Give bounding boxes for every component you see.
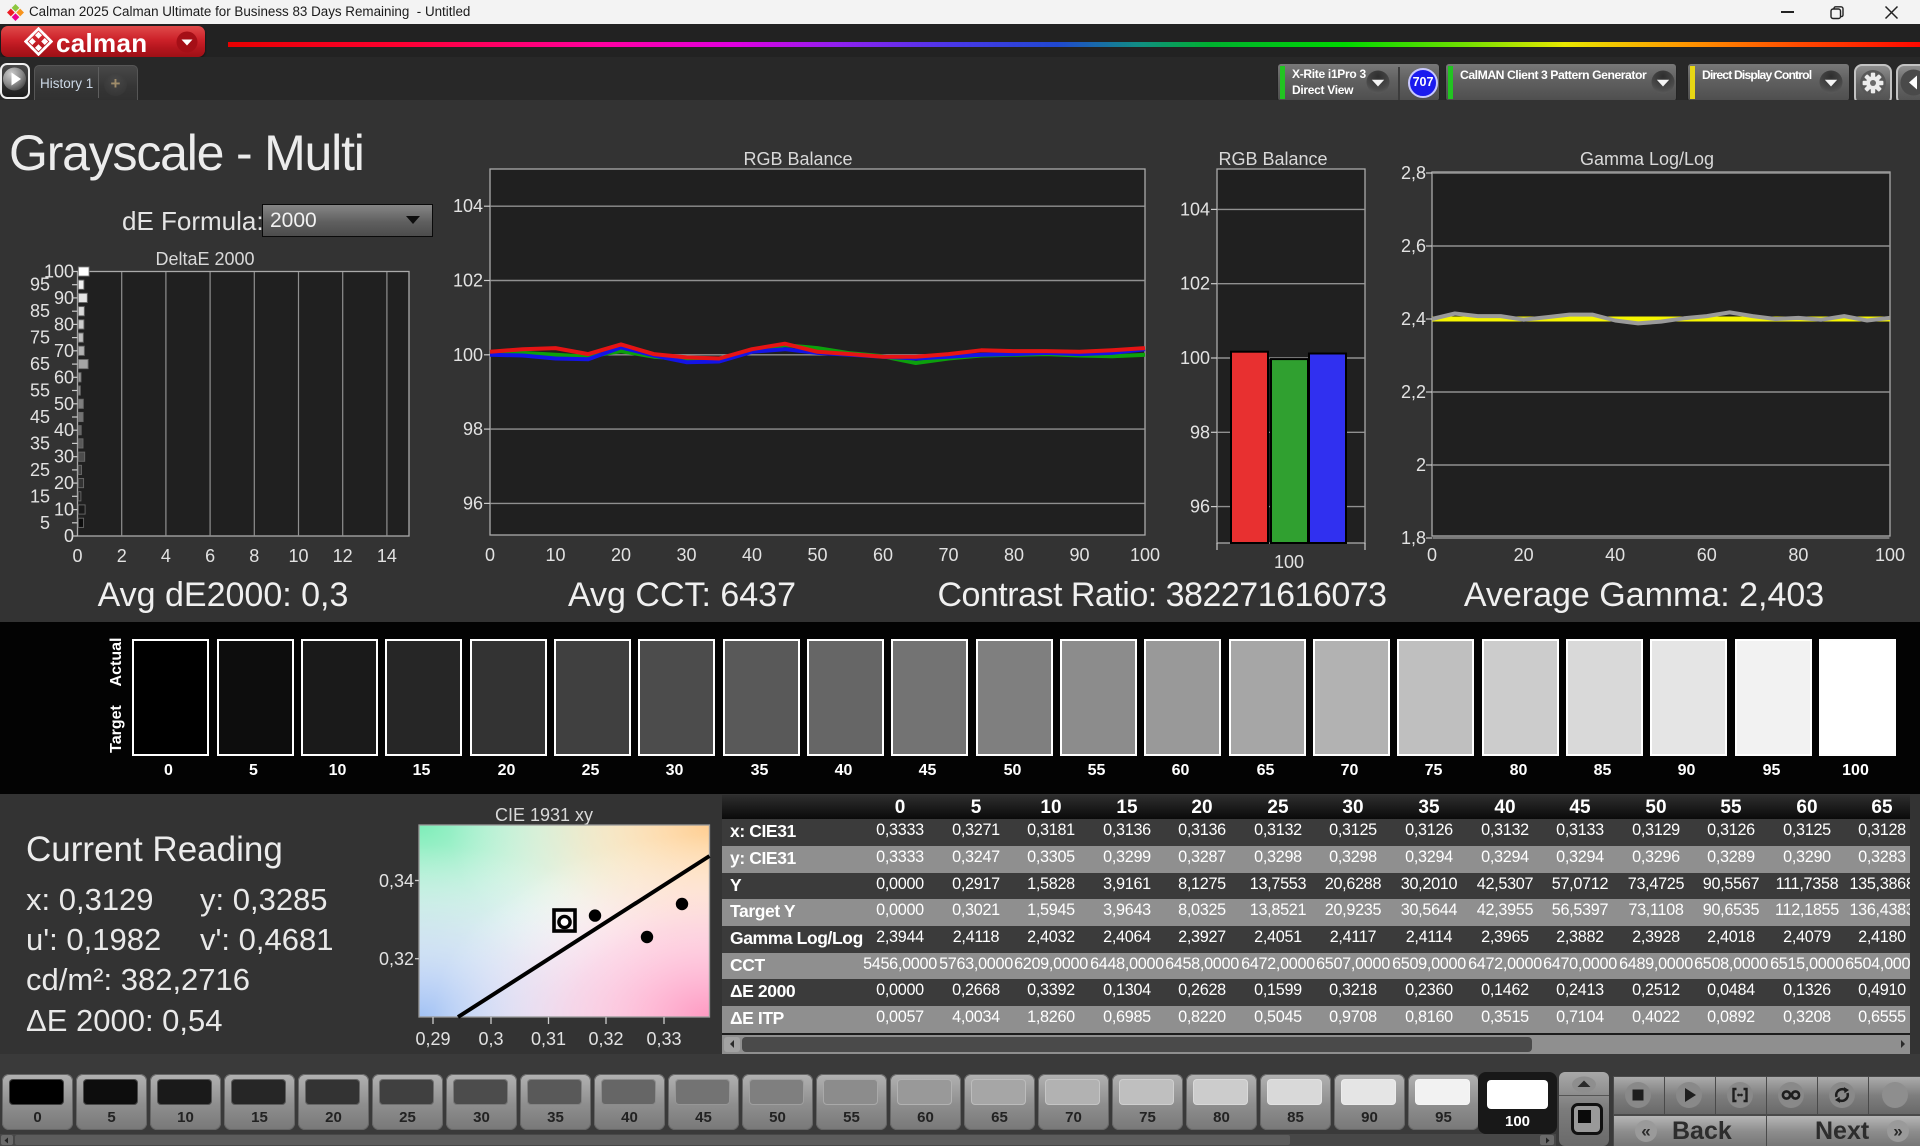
svg-text:15: 15 — [30, 486, 50, 506]
svg-text:2: 2 — [117, 546, 127, 566]
svg-text:20: 20 — [1514, 545, 1534, 565]
svg-text:85: 85 — [30, 301, 50, 321]
svg-text:96: 96 — [1190, 497, 1210, 517]
svg-text:100: 100 — [1130, 545, 1160, 565]
svg-text:8: 8 — [249, 546, 259, 566]
svg-text:90: 90 — [1069, 545, 1089, 565]
svg-text:100: 100 — [453, 345, 483, 365]
svg-text:90: 90 — [54, 288, 74, 308]
svg-text:80: 80 — [1788, 545, 1808, 565]
svg-text:»: » — [1893, 1122, 1902, 1141]
svg-text:40: 40 — [54, 420, 74, 440]
svg-text:100: 100 — [1180, 348, 1210, 368]
svg-text:Target: Target — [108, 704, 125, 752]
svg-text:60: 60 — [54, 367, 74, 387]
svg-text:100: 100 — [1875, 545, 1905, 565]
svg-text:1,8: 1,8 — [1401, 528, 1426, 548]
svg-text:2,8: 2,8 — [1401, 163, 1426, 183]
svg-text:2,2: 2,2 — [1401, 382, 1426, 402]
svg-text:98: 98 — [1190, 422, 1210, 442]
svg-text:0: 0 — [72, 546, 82, 566]
svg-text:RGB Balance: RGB Balance — [1218, 149, 1327, 169]
svg-text:RGB Balance: RGB Balance — [743, 149, 852, 169]
svg-text:50: 50 — [54, 394, 74, 414]
svg-text:45: 45 — [30, 407, 50, 427]
svg-text:0,32: 0,32 — [588, 1029, 623, 1049]
svg-text:40: 40 — [742, 545, 762, 565]
svg-text:0: 0 — [1427, 545, 1437, 565]
svg-text:2,4: 2,4 — [1401, 309, 1426, 329]
svg-text:40: 40 — [1605, 545, 1625, 565]
svg-text:50: 50 — [807, 545, 827, 565]
svg-text:96: 96 — [463, 493, 483, 513]
svg-text:4: 4 — [161, 546, 171, 566]
svg-text:5: 5 — [40, 513, 50, 533]
svg-text:102: 102 — [1180, 274, 1210, 294]
svg-text:Gamma Log/Log: Gamma Log/Log — [1580, 149, 1714, 169]
svg-text:0,32: 0,32 — [379, 949, 414, 969]
svg-text:«: « — [1641, 1122, 1650, 1141]
svg-text:80: 80 — [54, 314, 74, 334]
svg-text:35: 35 — [30, 433, 50, 453]
svg-text:75: 75 — [30, 328, 50, 348]
svg-text:20: 20 — [611, 545, 631, 565]
svg-text:104: 104 — [453, 196, 483, 216]
svg-text:100: 100 — [1274, 552, 1304, 572]
svg-text:0,29: 0,29 — [415, 1029, 450, 1049]
svg-text:10: 10 — [545, 545, 565, 565]
svg-text:2,6: 2,6 — [1401, 236, 1426, 256]
svg-text:14: 14 — [377, 546, 397, 566]
svg-text:2: 2 — [1416, 455, 1426, 475]
svg-text:70: 70 — [54, 341, 74, 361]
svg-text:60: 60 — [1697, 545, 1717, 565]
svg-text:12: 12 — [333, 546, 353, 566]
svg-text:6: 6 — [205, 546, 215, 566]
svg-text:30: 30 — [676, 545, 696, 565]
svg-text:0: 0 — [485, 545, 495, 565]
svg-text:10: 10 — [54, 500, 74, 520]
svg-text:80: 80 — [1004, 545, 1024, 565]
svg-text:0,33: 0,33 — [646, 1029, 681, 1049]
svg-text:25: 25 — [30, 460, 50, 480]
svg-text:100: 100 — [44, 262, 74, 282]
svg-text:DeltaE 2000: DeltaE 2000 — [155, 249, 254, 269]
svg-text:98: 98 — [463, 419, 483, 439]
svg-text:102: 102 — [453, 271, 483, 291]
svg-text:30: 30 — [54, 447, 74, 467]
svg-text:104: 104 — [1180, 199, 1210, 219]
svg-text:20: 20 — [54, 473, 74, 493]
svg-text:55: 55 — [30, 381, 50, 401]
svg-text:Actual: Actual — [108, 638, 125, 687]
svg-text:10: 10 — [288, 546, 308, 566]
svg-text:CIE 1931 xy: CIE 1931 xy — [495, 805, 593, 825]
svg-text:0,3: 0,3 — [478, 1029, 503, 1049]
svg-text:65: 65 — [30, 354, 50, 374]
svg-text:0,31: 0,31 — [531, 1029, 566, 1049]
svg-text:70: 70 — [938, 545, 958, 565]
svg-text:0,34: 0,34 — [379, 871, 414, 891]
svg-text:60: 60 — [873, 545, 893, 565]
